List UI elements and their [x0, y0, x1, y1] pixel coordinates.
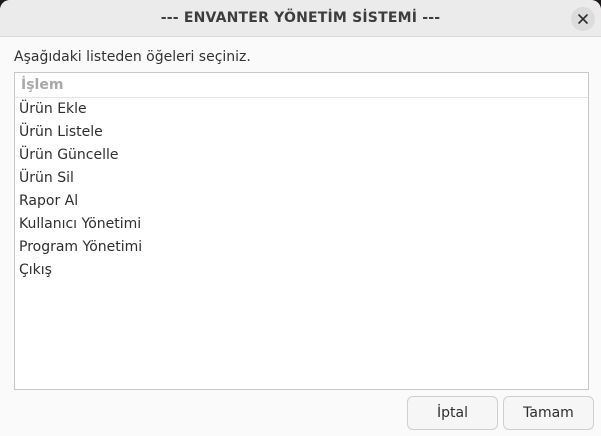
close-button[interactable]: [571, 7, 595, 31]
list-item[interactable]: Ürün Sil: [15, 167, 588, 190]
close-icon: [578, 14, 588, 24]
window-title: --- ENVANTER YÖNETİM SİSTEMİ ---: [160, 10, 441, 26]
cancel-button[interactable]: İptal: [407, 396, 498, 430]
column-header[interactable]: İşlem: [15, 73, 588, 98]
options-list[interactable]: İşlem Ürün Ekle Ürün Listele Ürün Güncel…: [14, 72, 589, 390]
list-item[interactable]: Ürün Ekle: [15, 98, 588, 121]
list-item[interactable]: Çıkış: [15, 259, 588, 282]
list-item[interactable]: Ürün Listele: [15, 121, 588, 144]
ok-button[interactable]: Tamam: [503, 396, 594, 430]
list-item[interactable]: Ürün Güncelle: [15, 144, 588, 167]
selection-dialog: --- ENVANTER YÖNETİM SİSTEMİ --- Aşağıda…: [0, 0, 601, 436]
prompt-text: Aşağıdaki listeden öğeleri seçiniz.: [14, 49, 251, 65]
list-item[interactable]: Program Yönetimi: [15, 236, 588, 259]
list-item[interactable]: Kullanıcı Yönetimi: [15, 213, 588, 236]
list-item[interactable]: Rapor Al: [15, 190, 588, 213]
title-bar[interactable]: --- ENVANTER YÖNETİM SİSTEMİ ---: [0, 0, 601, 37]
